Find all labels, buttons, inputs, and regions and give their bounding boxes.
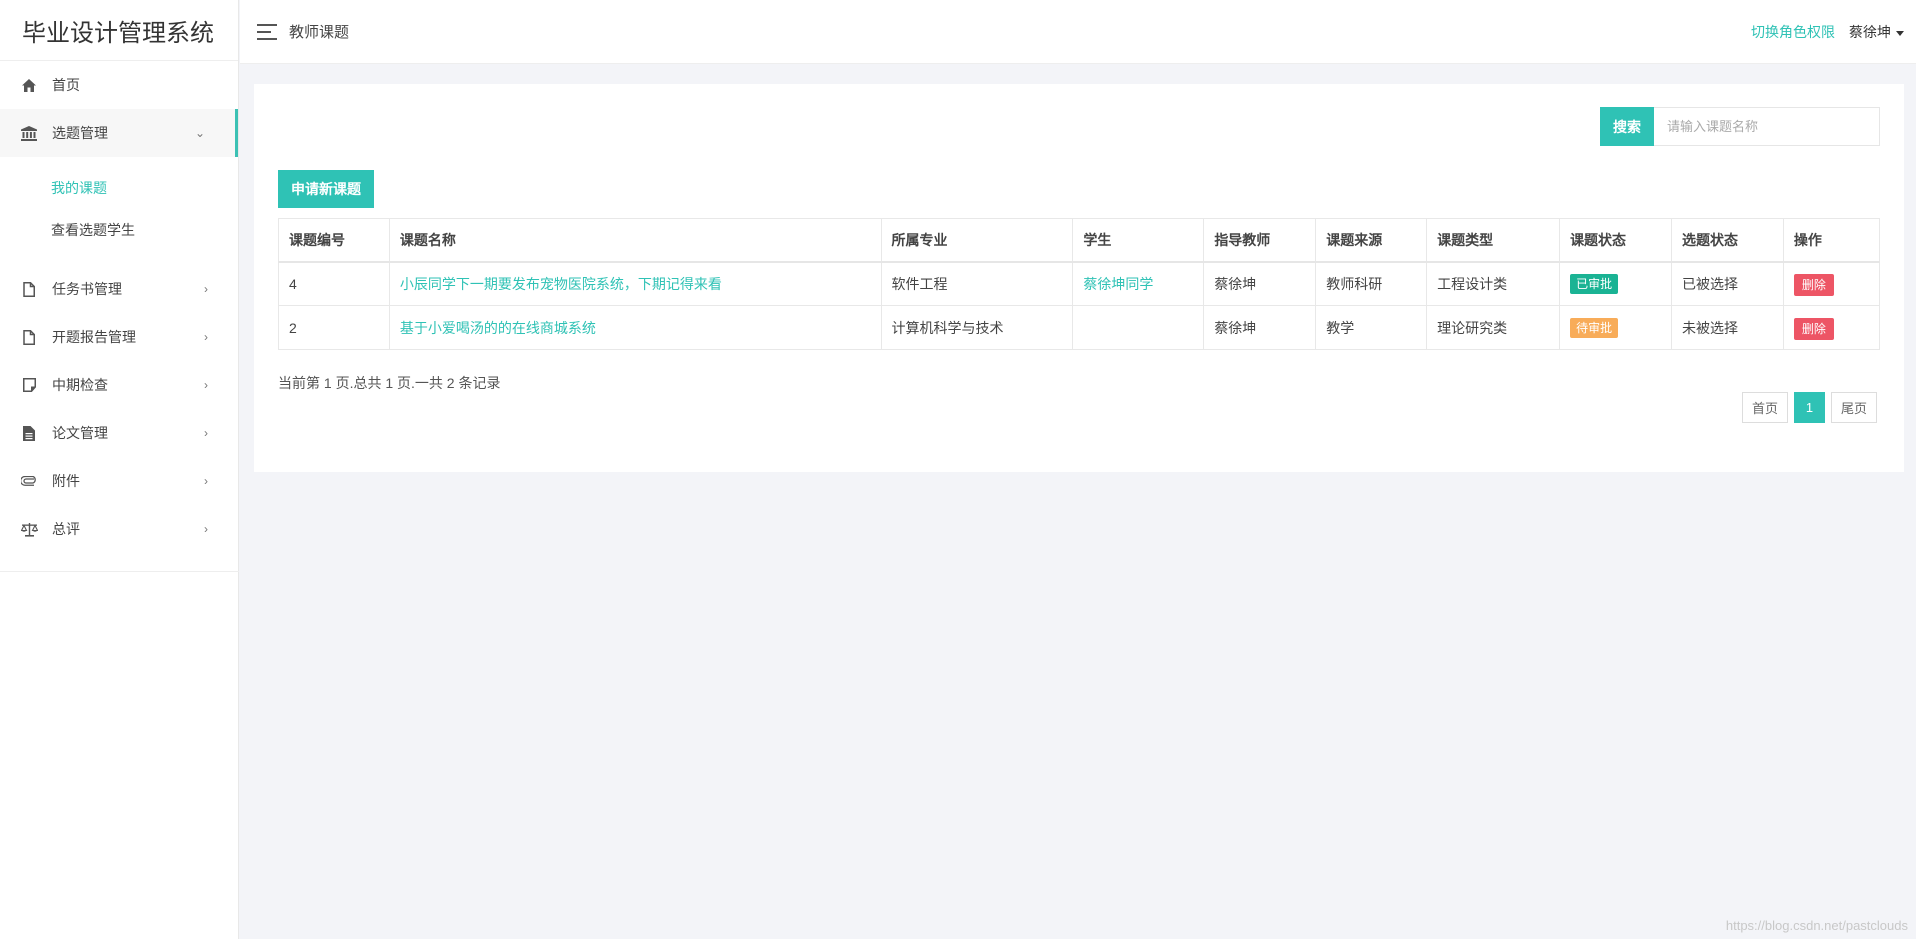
sidebar-item-label: 论文管理 xyxy=(52,425,108,441)
top-right-actions: 切换角色权限 蔡徐坤 xyxy=(1751,0,1904,64)
action-cell: 删除 xyxy=(1782,261,1881,306)
sidebar-item-proposal[interactable]: 开题报告管理 › xyxy=(0,313,238,361)
user-menu[interactable]: 蔡徐坤 xyxy=(1849,22,1904,42)
chevron-right-icon: › xyxy=(204,330,208,344)
paperclip-icon xyxy=(20,472,38,490)
sidebar-item-label: 选题管理 xyxy=(52,125,108,141)
chevron-right-icon: › xyxy=(204,522,208,536)
topics-table: 课题编号 课题名称 所属专业 学生 指导教师 课题来源 课题类型 课题状态 选题… xyxy=(278,218,1881,350)
column-header: 课题来源 xyxy=(1315,218,1428,263)
sidebar-item-home[interactable]: 首页 xyxy=(0,61,238,109)
topic-source: 教师科研 xyxy=(1315,261,1428,306)
delete-button[interactable]: 删除 xyxy=(1793,273,1834,296)
file-icon xyxy=(20,280,38,298)
sidebar-nav-rest: 任务书管理 › 开题报告管理 › 中期检查 › 论文管理 › 附件 › 总评 › xyxy=(0,265,238,553)
sidebar-item-label: 附件 xyxy=(52,473,80,489)
chevron-right-icon: › xyxy=(204,282,208,296)
sidebar-item-label: 首页 xyxy=(52,77,80,93)
column-header: 选题状态 xyxy=(1671,218,1784,263)
table-header-row: 课题编号 课题名称 所属专业 学生 指导教师 课题来源 课题类型 课题状态 选题… xyxy=(278,218,1881,263)
topic-id: 2 xyxy=(278,305,390,350)
column-header: 学生 xyxy=(1072,218,1205,263)
column-header: 课题名称 xyxy=(388,218,882,263)
apply-new-topic-button[interactable]: 申请新课题 xyxy=(278,170,374,208)
balance-scale-icon xyxy=(20,520,38,538)
pagination: 首页 1 尾页 xyxy=(1736,392,1877,423)
page-button-current[interactable]: 1 xyxy=(1793,392,1825,423)
file-icon xyxy=(20,328,38,346)
caret-down-icon xyxy=(1896,30,1904,36)
top-bar: 教师课题 切换角色权限 蔡徐坤 xyxy=(240,0,1916,64)
bank-icon xyxy=(20,124,38,142)
topic-name-link[interactable]: 基于小爱喝汤的的在线商城系统 xyxy=(388,305,882,350)
delete-button[interactable]: 删除 xyxy=(1793,317,1834,340)
column-header: 课题编号 xyxy=(278,218,390,263)
column-header: 所属专业 xyxy=(880,218,1074,263)
sidebar-item-label: 任务书管理 xyxy=(52,281,122,297)
topic-teacher: 蔡徐坤 xyxy=(1203,305,1317,350)
switch-role-link[interactable]: 切换角色权限 xyxy=(1751,22,1835,42)
first-page-button[interactable]: 首页 xyxy=(1741,392,1788,423)
student-link[interactable]: 蔡徐坤同学 xyxy=(1072,261,1205,306)
sidebar-item-label: 中期检查 xyxy=(52,377,108,393)
sidebar-nav: 首页 选题管理 ⌄ xyxy=(0,61,238,157)
table-row: 2 基于小爱喝汤的的在线商城系统 计算机科学与技术 蔡徐坤 教学 理论研究类 待… xyxy=(278,305,1881,350)
topic-major: 软件工程 xyxy=(880,261,1074,306)
column-header: 指导教师 xyxy=(1203,218,1317,263)
status-badge: 已审批 xyxy=(1570,273,1619,294)
table-row: 4 小辰同学下一期要发布宠物医院系统，下期记得来看 软件工程 蔡徐坤同学 蔡徐坤… xyxy=(278,261,1881,306)
sidebar-item-label: 总评 xyxy=(52,521,80,537)
topic-teacher: 蔡徐坤 xyxy=(1203,261,1317,306)
page-title: 教师课题 xyxy=(289,24,350,41)
sidebar-item-midterm[interactable]: 中期检查 › xyxy=(0,361,238,409)
topic-id: 4 xyxy=(278,261,390,306)
topic-source: 教学 xyxy=(1315,305,1428,350)
topic-major: 计算机科学与技术 xyxy=(880,305,1074,350)
last-page-button[interactable]: 尾页 xyxy=(1830,392,1877,423)
watermark: https://blog.csdn.net/pastclouds xyxy=(1725,918,1908,933)
column-header: 课题类型 xyxy=(1426,218,1561,263)
chevron-down-icon: ⌄ xyxy=(194,126,205,140)
column-header: 操作 xyxy=(1782,218,1881,263)
topic-type: 工程设计类 xyxy=(1426,261,1561,306)
menu-toggle-icon[interactable] xyxy=(257,23,277,40)
action-cell: 删除 xyxy=(1782,305,1881,350)
topic-name-link[interactable]: 小辰同学下一期要发布宠物医院系统，下期记得来看 xyxy=(388,261,882,306)
home-icon xyxy=(20,76,38,94)
selection-status: 未被选择 xyxy=(1671,305,1784,350)
sidebar-item-label: 开题报告管理 xyxy=(52,329,136,345)
sidebar: 毕业设计管理系统 首页 选题管理 ⌄ 我的课题 查看选题学生 任务书管理 › 开… xyxy=(0,0,239,939)
divider xyxy=(0,571,239,572)
student-link[interactable] xyxy=(1072,305,1205,350)
user-name: 蔡徐坤 xyxy=(1849,24,1891,40)
sidebar-subitem-view-students[interactable]: 查看选题学生 xyxy=(0,209,238,251)
app-title: 毕业设计管理系统 xyxy=(0,0,238,61)
chevron-right-icon: › xyxy=(204,378,208,392)
status-badge: 待审批 xyxy=(1570,317,1619,338)
note-icon xyxy=(20,376,38,394)
sidebar-subnav: 我的课题 查看选题学生 xyxy=(0,157,238,265)
selection-status: 已被选择 xyxy=(1671,261,1784,306)
sidebar-item-task-book[interactable]: 任务书管理 › xyxy=(0,265,238,313)
search-bar: 搜索 xyxy=(1600,107,1880,146)
chevron-right-icon: › xyxy=(204,426,208,440)
search-input[interactable] xyxy=(1654,107,1880,146)
sidebar-subitem-my-topics[interactable]: 我的课题 xyxy=(0,167,238,209)
sidebar-item-overall[interactable]: 总评 › xyxy=(0,505,238,553)
status-cell: 已审批 xyxy=(1559,261,1672,306)
chevron-right-icon: › xyxy=(204,474,208,488)
search-button[interactable]: 搜索 xyxy=(1600,107,1654,146)
file-text-icon xyxy=(20,424,38,442)
topic-type: 理论研究类 xyxy=(1426,305,1561,350)
status-cell: 待审批 xyxy=(1559,305,1672,350)
content-card: 搜索 申请新课题 课题编号 课题名称 所属专业 学生 指导教师 课题来源 课题类… xyxy=(254,84,1904,472)
column-header: 课题状态 xyxy=(1559,218,1672,263)
sidebar-item-thesis[interactable]: 论文管理 › xyxy=(0,409,238,457)
sidebar-item-attachments[interactable]: 附件 › xyxy=(0,457,238,505)
pagination-info: 当前第 1 页.总共 1 页.一共 2 条记录 xyxy=(278,375,501,391)
sidebar-item-topic-management[interactable]: 选题管理 ⌄ xyxy=(0,109,238,157)
